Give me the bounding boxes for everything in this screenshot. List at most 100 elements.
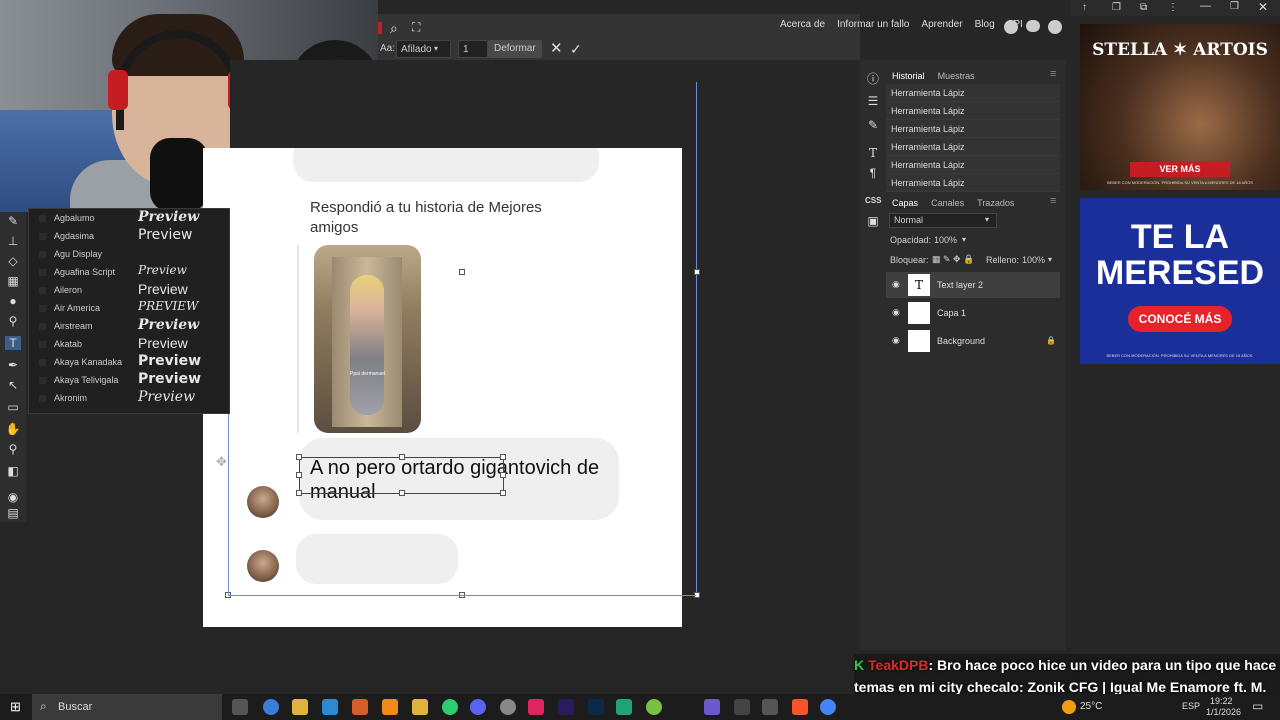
- resize-handle[interactable]: [399, 490, 405, 496]
- history-item[interactable]: Herramienta Lápiz: [886, 156, 1060, 174]
- shape-tool-icon[interactable]: ▭: [5, 400, 21, 414]
- menu-learn[interactable]: Aprender: [921, 19, 962, 30]
- discord-icon[interactable]: [470, 699, 486, 715]
- facebook-icon[interactable]: [1048, 20, 1062, 34]
- font-option[interactable]: Airstream Preview: [29, 317, 229, 335]
- clock-date[interactable]: 1/1/2026: [1206, 707, 1241, 717]
- image-icon[interactable]: ▣: [865, 214, 881, 228]
- pen-tool-icon[interactable]: ✒: [5, 358, 21, 372]
- adjustments-icon[interactable]: ☰: [865, 94, 881, 108]
- clock-time[interactable]: 19:22: [1210, 696, 1233, 706]
- resize-handle[interactable]: [500, 472, 506, 478]
- cancel-icon[interactable]: ✕: [550, 40, 563, 58]
- ad-cta-button[interactable]: VER MÁS: [1130, 162, 1230, 177]
- brush-icon[interactable]: ✎: [865, 118, 881, 132]
- resize-handle[interactable]: [296, 454, 302, 460]
- app-icon[interactable]: [646, 699, 662, 715]
- eye-icon[interactable]: ◉: [892, 307, 900, 318]
- premiere-icon[interactable]: [558, 699, 574, 715]
- font-checkbox[interactable]: [39, 341, 46, 348]
- app-icon[interactable]: [704, 699, 720, 715]
- app-icon[interactable]: [762, 699, 778, 715]
- font-option[interactable]: Agdasima Preview: [29, 227, 229, 245]
- font-checkbox[interactable]: [39, 359, 46, 366]
- taskbar-search[interactable]: ⌕ Buscar: [32, 694, 222, 720]
- tab-swatches[interactable]: Muestras: [938, 71, 975, 81]
- history-item[interactable]: Herramienta Lápiz: [886, 84, 1060, 102]
- extension-icon[interactable]: ⧉: [1140, 2, 1147, 13]
- browser-icon[interactable]: [263, 699, 279, 715]
- eye-icon[interactable]: ◉: [892, 279, 900, 290]
- panel-menu-icon[interactable]: ≡: [1050, 195, 1056, 207]
- paragraph-icon[interactable]: ¶: [865, 166, 881, 180]
- panel-menu-icon[interactable]: ≡: [1050, 68, 1056, 80]
- info-icon[interactable]: ⓘ: [865, 72, 881, 86]
- hand-tool-icon[interactable]: ✋: [5, 422, 21, 436]
- photoshop-icon[interactable]: [588, 699, 604, 715]
- copy-icon[interactable]: ❐: [1112, 2, 1121, 13]
- up-arrow-icon[interactable]: ↑: [1082, 2, 1087, 13]
- text-selection-box[interactable]: [296, 454, 506, 496]
- stamp-tool-icon[interactable]: ⊥: [5, 234, 21, 248]
- app-icon[interactable]: [352, 699, 368, 715]
- menu-report-bug[interactable]: Informar un fallo: [837, 19, 909, 30]
- menu-about[interactable]: Acerca de: [780, 19, 825, 30]
- layer-row[interactable]: ◉ Capa 1: [886, 300, 1060, 326]
- minimize-icon[interactable]: —: [1200, 0, 1211, 12]
- ad-cta-button[interactable]: CONOCÉ MÁS: [1128, 306, 1232, 332]
- steam-icon[interactable]: [500, 699, 516, 715]
- select-tool-icon[interactable]: ↖: [5, 378, 21, 392]
- font-checkbox[interactable]: [39, 377, 46, 384]
- character-icon[interactable]: T: [865, 146, 881, 160]
- size-select[interactable]: 1: [458, 40, 488, 58]
- font-checkbox[interactable]: [39, 395, 46, 402]
- eraser-tool-icon[interactable]: ◇: [5, 254, 21, 268]
- app-icon[interactable]: [734, 699, 750, 715]
- layer-row[interactable]: ◉ Background 🔒: [886, 328, 1060, 354]
- resize-handle[interactable]: [500, 490, 506, 496]
- search-icon[interactable]: ⌕: [390, 20, 398, 37]
- vlc-icon[interactable]: [382, 699, 398, 715]
- opacity-value[interactable]: 100%: [934, 235, 957, 245]
- history-item[interactable]: Herramienta Lápiz: [886, 138, 1060, 156]
- font-checkbox[interactable]: [39, 251, 46, 258]
- history-item[interactable]: Herramienta Lápiz: [886, 174, 1060, 192]
- css-label[interactable]: CSS: [865, 194, 881, 208]
- font-option[interactable]: Aileron Preview: [29, 281, 229, 299]
- pencil-tool-icon[interactable]: ✎: [5, 214, 21, 228]
- notifications-icon[interactable]: ▭: [1252, 699, 1263, 713]
- resize-handle[interactable]: [296, 490, 302, 496]
- dodge-tool-icon[interactable]: ⚲: [5, 314, 21, 328]
- file-explorer-icon[interactable]: [292, 699, 308, 715]
- photopea-icon[interactable]: [616, 699, 632, 715]
- task-view-icon[interactable]: [232, 699, 248, 715]
- history-item[interactable]: Herramienta Lápiz: [886, 120, 1060, 138]
- font-checkbox[interactable]: [39, 233, 46, 240]
- reddit-icon[interactable]: [1004, 20, 1018, 34]
- stella-artois-ad[interactable]: STELLA ✶ ARTOIS VER MÁS BEBER CON MODERA…: [1080, 24, 1280, 190]
- font-option[interactable]: Agbalumo Preview: [29, 209, 229, 227]
- font-option[interactable]: Air America PREVIEW: [29, 299, 229, 317]
- resize-handle[interactable]: [296, 472, 302, 478]
- font-option[interactable]: Akaya Telivigala Preview: [29, 371, 229, 389]
- font-checkbox[interactable]: [39, 287, 46, 294]
- windows-start-icon[interactable]: ⊞: [10, 699, 21, 715]
- restore-icon[interactable]: ❐: [1230, 1, 1239, 12]
- close-icon[interactable]: ✕: [1258, 0, 1268, 14]
- brand-ad[interactable]: TE LA MERESED CONOCÉ MÁS BEBER CON MODER…: [1080, 198, 1280, 364]
- font-checkbox[interactable]: [39, 269, 46, 276]
- fill-value[interactable]: 100%: [1022, 255, 1045, 265]
- transform-handle[interactable]: [459, 269, 465, 275]
- color-swatch-icon[interactable]: ◧: [5, 464, 21, 478]
- tab-layers[interactable]: Capas: [892, 198, 918, 208]
- menu-dots-icon[interactable]: ⋮: [1168, 2, 1178, 13]
- tiktok-icon[interactable]: [528, 699, 544, 715]
- screen-mode-icon[interactable]: ▤: [5, 506, 21, 520]
- whatsapp-icon[interactable]: [442, 699, 458, 715]
- blend-mode-select[interactable]: Normal: [889, 213, 997, 228]
- layer-row[interactable]: ◉ T Text layer 2: [886, 272, 1060, 298]
- tab-history[interactable]: Historial: [892, 71, 925, 81]
- tab-paths[interactable]: Trazados: [977, 198, 1014, 208]
- history-item[interactable]: Herramienta Lápiz: [886, 102, 1060, 120]
- menu-blog[interactable]: Blog: [975, 19, 995, 30]
